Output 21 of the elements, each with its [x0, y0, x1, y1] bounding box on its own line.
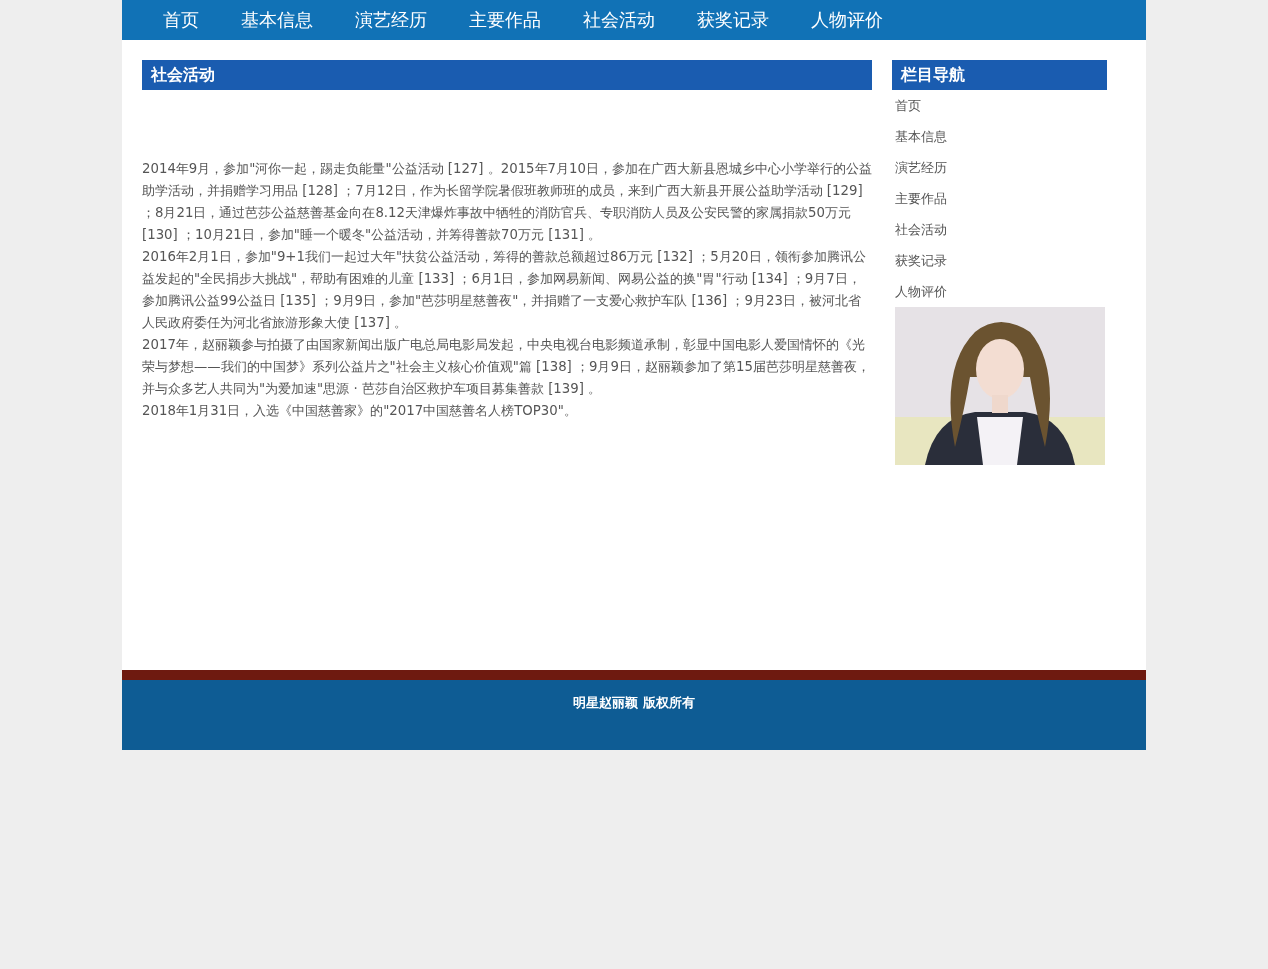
paragraph: 2017年，赵丽颖参与拍摄了由国家新闻出版广电总局电影局发起，中央电视台电影频道承制，彰显中国电影人爱国情怀的《光荣与梦想——我们的中国梦》系列公益片之"社会主义核心价值观"篇 [138] ；9月9日，赵丽颖参加了第15届芭莎明星慈善夜，并与众多艺人共同为"为爱加速"思源 · 芭莎自治区救护车项目募集善款 [139] 。 [142, 336, 871, 398]
nav-link[interactable]: 人物评价 [811, 8, 883, 32]
nav-link[interactable]: 基本信息 [241, 8, 313, 32]
copyright-text: 明星赵丽颖 版权所有 [573, 694, 695, 712]
nav-link[interactable]: 社会活动 [583, 8, 655, 32]
nav-link[interactable]: 主要作品 [469, 8, 541, 32]
nav-link[interactable]: 首页 [163, 8, 199, 32]
section-title: 社会活动 [142, 60, 872, 90]
paragraph: 2018年1月31日，入选《中国慈善家》的"2017中国慈善名人榜TOP30"。 [142, 402, 578, 420]
sidebar-link[interactable]: 人物评价 [892, 276, 947, 307]
sidebar-title: 栏目导航 [892, 60, 1107, 90]
sidebar-link[interactable]: 演艺经历 [892, 152, 947, 183]
sidebar-link[interactable]: 首页 [892, 90, 921, 121]
sidebar-link[interactable]: 社会活动 [892, 214, 947, 245]
sidebar-link[interactable]: 基本信息 [892, 121, 947, 152]
paragraph: 2016年2月1日，参加"9+1我们一起过大年"扶贫公益活动，筹得的善款总额超过86万元 [132] ；5月20日，领衔参加腾讯公益发起的"全民捐步大挑战"，帮助有困难的儿童 [133] ；6月1日，参加网易新闻、网易公益的换"胃"行动 [134] ；9月7日，参加腾讯公益99公益日 [135] ；9月9日，参加"芭莎明星慈善夜"，并捐赠了一支爱心救护车队 [136] ；9月23日，被河北省人民政府委任为河北省旅游形象大使 [137] 。 [142, 248, 867, 332]
paragraph: 2014年9月，参加"河你一起，踢走负能量"公益活动 [127] 。2015年7月10日，参加在广西大新县恩城乡中心小学举行的公益助学活动，并捐赠学习用品 [128] ；7月12日，作为长留学院暑假班教师班的成员，来到广西大新县开展公益助学活动 [129] ；8月21日，通过芭莎公益慈善基金向在8.12天津爆炸事故中牺牲的消防官兵、专职消防人员及公安民警的家属捐款50万元 [130] ；10月21日，参加"睡一个暖冬"公益活动，并筹得善款70万元 [131] 。 [142, 160, 872, 244]
nav-link[interactable]: 演艺经历 [355, 8, 427, 32]
sidebar-link[interactable]: 主要作品 [892, 183, 947, 214]
nav-link[interactable]: 获奖记录 [697, 8, 769, 32]
sidebar-link[interactable]: 获奖记录 [892, 245, 947, 276]
